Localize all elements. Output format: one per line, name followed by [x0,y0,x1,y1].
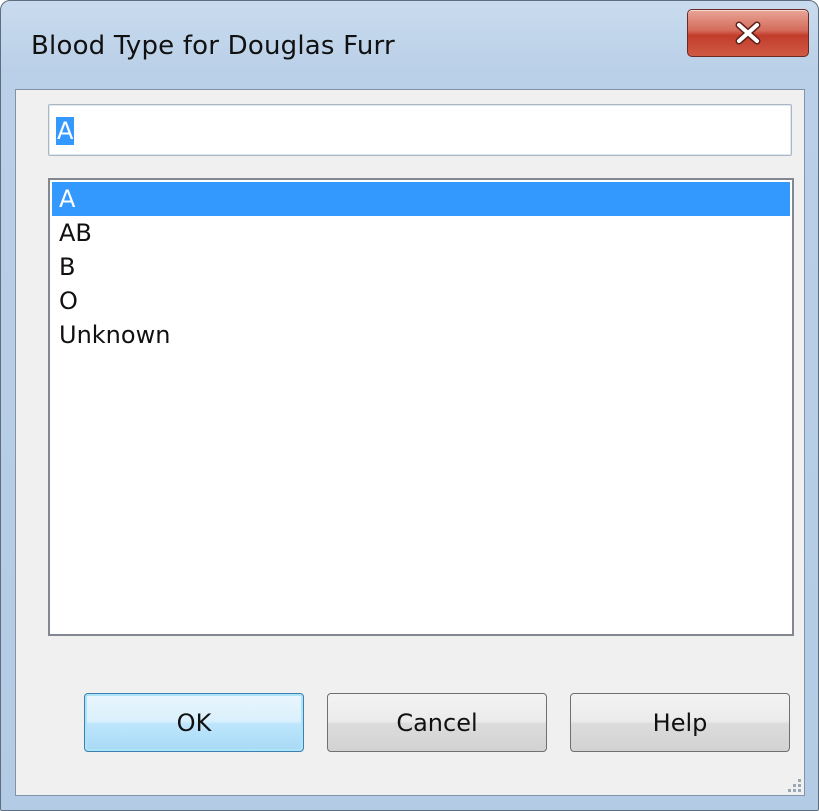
ok-button[interactable]: OK [84,693,304,752]
close-icon [735,21,761,45]
dialog-client-area: A A AB B O Unknown OK Cancel Help [15,89,805,796]
close-button[interactable] [687,9,809,57]
blood-type-input[interactable]: A [48,104,792,156]
cancel-button[interactable]: Cancel [327,693,547,752]
list-item-b[interactable]: B [52,250,790,284]
list-item-o[interactable]: O [52,284,790,318]
dialog-title: Blood Type for Douglas Furr [31,31,395,61]
list-item-unknown[interactable]: Unknown [52,318,790,352]
help-button[interactable]: Help [570,693,790,752]
blood-type-listbox[interactable]: A AB B O Unknown [48,178,794,636]
dialog-window: Blood Type for Douglas Furr A A AB B O U… [0,0,819,811]
list-item-ab[interactable]: AB [52,216,790,250]
resize-grip-icon[interactable] [787,778,801,792]
list-item-a[interactable]: A [52,182,790,216]
title-bar[interactable]: Blood Type for Douglas Furr [1,1,818,89]
input-selected-text: A [56,117,75,145]
